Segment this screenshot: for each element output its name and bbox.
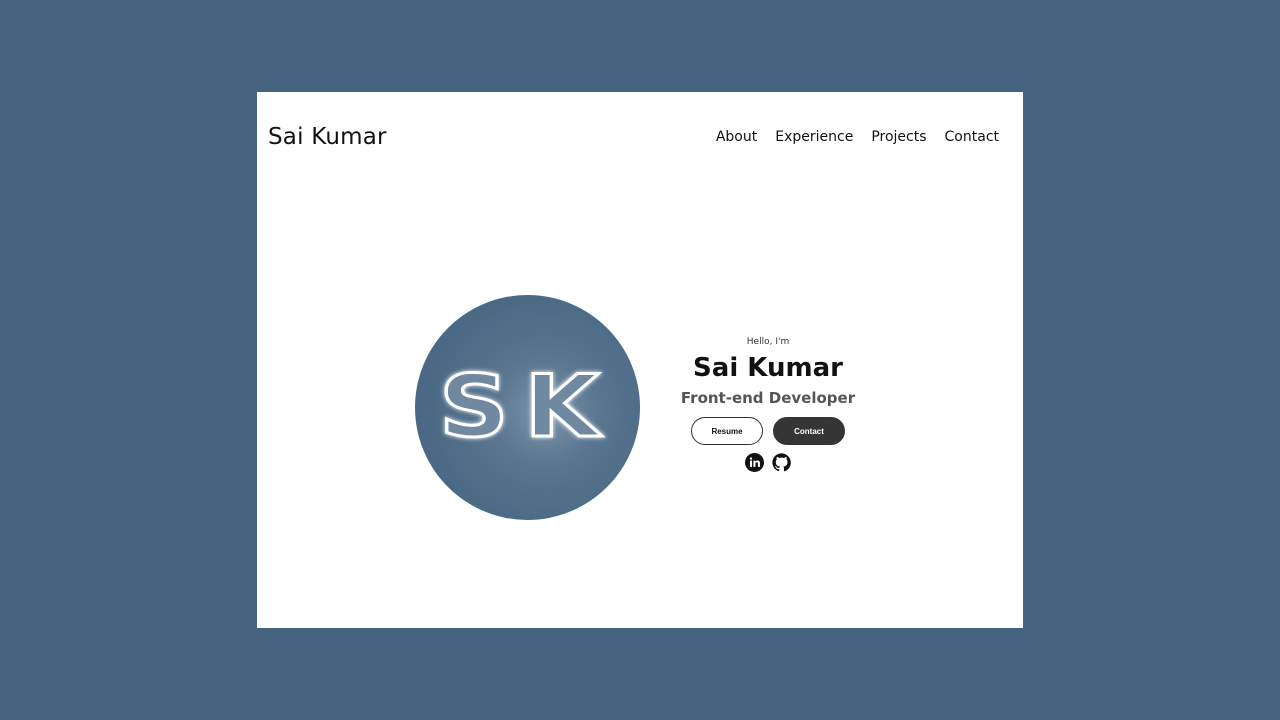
social-links — [677, 453, 859, 472]
hero-buttons: Resume Contact — [677, 417, 859, 445]
portfolio-page: Sai Kumar About Experience Projects Cont… — [257, 92, 1023, 628]
linkedin-icon[interactable] — [745, 453, 764, 472]
nav-link-contact[interactable]: Contact — [945, 128, 999, 146]
hero-name: Sai Kumar — [693, 353, 843, 383]
avatar-graphic: SK — [438, 354, 614, 458]
resume-button[interactable]: Resume — [691, 417, 763, 445]
nav-links: About Experience Projects Contact — [716, 128, 999, 146]
github-icon[interactable] — [772, 453, 791, 472]
avatar-initials: SK — [439, 356, 614, 457]
brand-logo[interactable]: Sai Kumar — [268, 122, 387, 152]
contact-button[interactable]: Contact — [773, 417, 845, 445]
profile-avatar: SK — [415, 295, 640, 520]
nav-link-projects[interactable]: Projects — [871, 128, 926, 146]
greeting-text: Hello, I'm — [746, 337, 790, 347]
hero-role: Front-end Developer — [680, 389, 856, 407]
hero-intro: Hello, I'm Sai Kumar Front-end Developer… — [677, 336, 859, 472]
nav-link-about[interactable]: About — [716, 128, 757, 146]
navbar: Sai Kumar About Experience Projects Cont… — [257, 92, 1023, 182]
nav-link-experience[interactable]: Experience — [775, 128, 853, 146]
